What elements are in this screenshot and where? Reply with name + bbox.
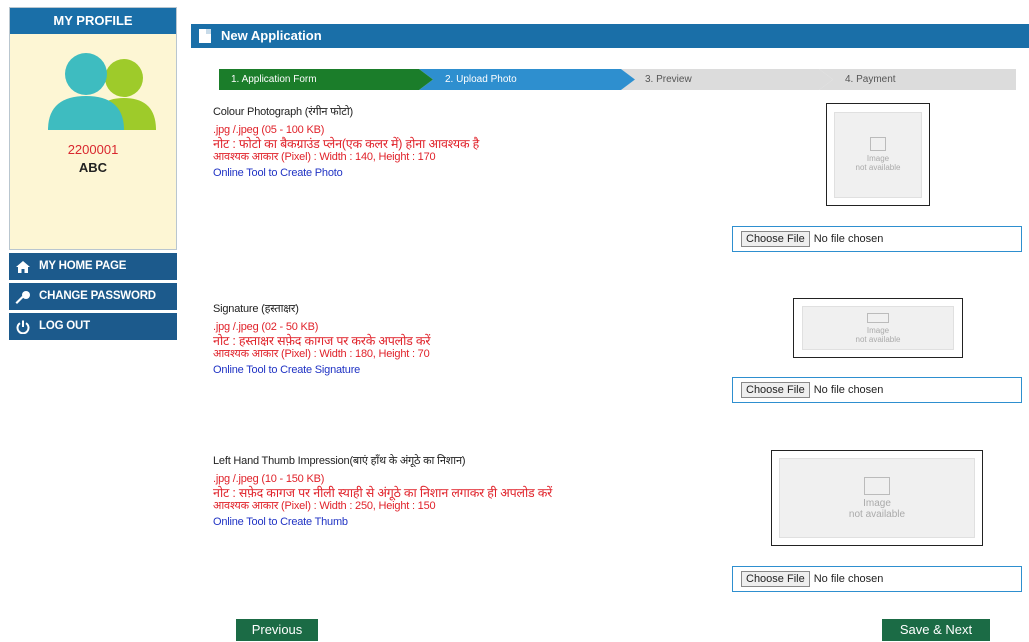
format-text: .jpg /.jpeg (02 - 50 KB) <box>213 321 319 333</box>
format-text: .jpg /.jpeg (05 - 100 KB) <box>213 124 325 136</box>
choose-file-button[interactable]: Choose File <box>741 382 810 398</box>
section-title: Left Hand Thumb Impression(बाएं हाँथ के … <box>213 455 466 467</box>
choose-file-button[interactable]: Choose File <box>741 231 810 247</box>
power-icon <box>15 319 31 335</box>
create-thumb-link[interactable]: Online Tool to Create Thumb <box>213 516 552 528</box>
create-signature-link[interactable]: Online Tool to Create Signature <box>213 364 430 376</box>
step-application-form[interactable]: 1. Application Form <box>219 69 433 90</box>
size-text: आवश्यक आकार (Pixel) : Width : 140, Heigh… <box>213 151 436 163</box>
sidebar-item-label: MY HOME PAGE <box>39 260 127 272</box>
signature-section: Signature (हस्ताक्षर) .jpg /.jpeg (02 - … <box>213 301 430 376</box>
thumb-file-input[interactable]: Choose File No file chosen <box>732 566 1022 592</box>
sidebar-item-label: CHANGE PASSWORD <box>39 290 156 302</box>
sidebar-item-logout[interactable]: LOG OUT <box>9 313 177 340</box>
profile-card: MY PROFILE 2200001 ABC <box>9 7 177 250</box>
step-preview[interactable]: 3. Preview <box>621 69 833 90</box>
step-payment[interactable]: 4. Payment <box>819 69 1016 90</box>
page-title-bar: New Application <box>191 24 1029 48</box>
document-icon <box>199 29 211 43</box>
image-not-available-icon: Image not available <box>834 111 922 198</box>
note-text: नोट : हस्ताक्षर सफ़ेद कागज पर करके अपलोड… <box>213 334 431 348</box>
save-next-button[interactable]: Save & Next <box>882 619 990 641</box>
thumb-section: Left Hand Thumb Impression(बाएं हाँथ के … <box>213 453 552 528</box>
section-title: Colour Photograph (रंगीन फोटो) <box>213 106 353 118</box>
previous-button[interactable]: Previous <box>236 619 318 641</box>
note-text: नोट : फोटो का बैकग्राउंड प्लेन(एक कलर मे… <box>213 137 480 151</box>
signature-preview: Image not available <box>793 298 963 358</box>
choose-file-button[interactable]: Choose File <box>741 571 810 587</box>
thumb-preview: Image not available <box>771 450 983 546</box>
file-status: No file chosen <box>813 573 884 585</box>
file-status: No file chosen <box>813 233 884 245</box>
photo-section: Colour Photograph (रंगीन फोटो) .jpg /.jp… <box>213 104 479 179</box>
sidebar: MY PROFILE 2200001 ABC MY HOME PAGE CHAN… <box>9 7 177 343</box>
size-text: आवश्यक आकार (Pixel) : Width : 180, Heigh… <box>213 348 430 360</box>
placeholder-text: Image <box>863 497 891 509</box>
sidebar-item-change-password[interactable]: CHANGE PASSWORD <box>9 283 177 310</box>
create-photo-link[interactable]: Online Tool to Create Photo <box>213 167 479 179</box>
section-title: Signature (हस्ताक्षर) <box>213 303 299 315</box>
profile-name: ABC <box>78 160 108 175</box>
size-text: आवश्यक आकार (Pixel) : Width : 250, Heigh… <box>213 500 436 512</box>
profile-id: 2200001 <box>67 142 119 157</box>
step-upload-photo[interactable]: 2. Upload Photo <box>419 69 635 90</box>
sidebar-item-home[interactable]: MY HOME PAGE <box>9 253 177 280</box>
home-icon <box>15 259 31 275</box>
image-not-available-icon: Image not available <box>802 306 954 350</box>
sidebar-item-label: LOG OUT <box>39 320 90 332</box>
note-text: नोट : सफ़ेद कागज पर नीली स्याही से अंगूठ… <box>213 486 553 500</box>
step-progress: 1. Application Form 2. Upload Photo 3. P… <box>219 69 1016 90</box>
key-icon <box>15 289 31 305</box>
photo-file-input[interactable]: Choose File No file chosen <box>732 226 1022 252</box>
image-not-available-icon: Image not available <box>779 458 975 538</box>
placeholder-text: not available <box>855 163 901 172</box>
sidebar-menu: MY HOME PAGE CHANGE PASSWORD LOG OUT <box>9 253 177 340</box>
format-text: .jpg /.jpeg (10 - 150 KB) <box>213 473 325 485</box>
avatar-icon <box>48 53 156 130</box>
placeholder-text: not available <box>855 334 901 344</box>
placeholder-text: Image <box>866 325 890 335</box>
placeholder-text: not available <box>848 508 906 520</box>
file-status: No file chosen <box>813 384 884 396</box>
signature-file-input[interactable]: Choose File No file chosen <box>732 377 1022 403</box>
photo-preview: Image not available <box>826 103 930 206</box>
placeholder-text: Image <box>866 154 890 163</box>
page-title: New Application <box>221 28 322 43</box>
profile-title: MY PROFILE <box>10 8 176 34</box>
